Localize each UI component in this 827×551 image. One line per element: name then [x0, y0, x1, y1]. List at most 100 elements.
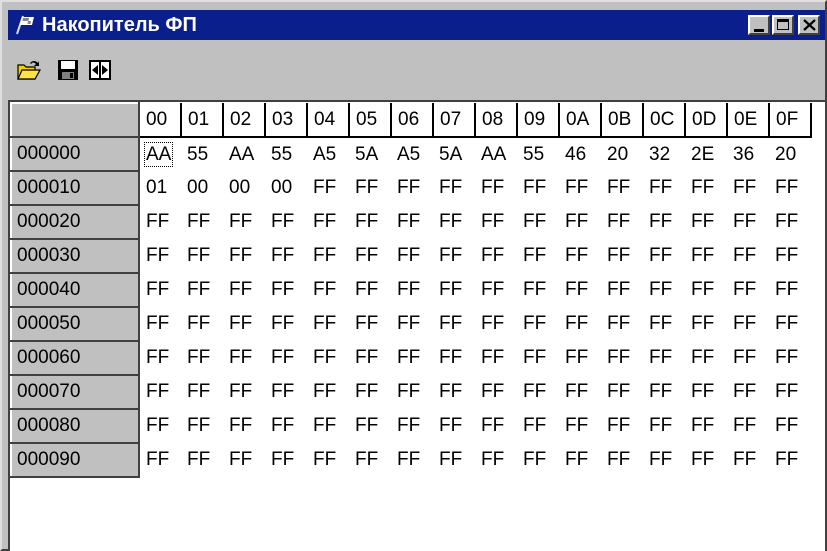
byte-cell[interactable]: FF [517, 205, 559, 239]
byte-cell[interactable]: FF [223, 341, 265, 375]
byte-cell[interactable]: FF [223, 307, 265, 341]
byte-cell[interactable]: FF [223, 375, 265, 409]
byte-cell[interactable]: 32 [643, 137, 685, 171]
byte-cell[interactable]: FF [433, 239, 475, 273]
close-button[interactable] [798, 15, 820, 35]
byte-cell[interactable]: FF [223, 443, 265, 477]
byte-cell[interactable]: FF [769, 307, 811, 341]
hex-grid[interactable]: 00 01 02 03 04 05 06 07 08 09 0A 0B 0C 0D 0E 0F 000000 AA… [8, 100, 825, 551]
byte-cell[interactable]: FF [307, 341, 349, 375]
byte-cell[interactable]: FF [349, 375, 391, 409]
byte-cell[interactable]: FF [433, 205, 475, 239]
byte-cell[interactable]: FF [433, 273, 475, 307]
byte-cell[interactable]: FF [559, 409, 601, 443]
byte-cell[interactable]: FF [475, 409, 517, 443]
byte-cell[interactable]: FF [769, 409, 811, 443]
byte-cell[interactable]: 20 [769, 137, 811, 171]
byte-cell[interactable]: FF [181, 375, 223, 409]
byte-cell[interactable]: FF [475, 239, 517, 273]
byte-cell[interactable]: FF [391, 239, 433, 273]
byte-cell[interactable]: FF [223, 273, 265, 307]
byte-cell[interactable]: FF [769, 341, 811, 375]
save-button[interactable] [56, 58, 80, 82]
byte-cell[interactable]: FF [559, 205, 601, 239]
byte-cell[interactable]: FF [349, 307, 391, 341]
byte-cell[interactable]: 5A [433, 137, 475, 171]
byte-cell[interactable]: FF [559, 273, 601, 307]
byte-cell[interactable]: FF [307, 409, 349, 443]
byte-cell[interactable]: FF [391, 375, 433, 409]
byte-cell[interactable]: FF [769, 273, 811, 307]
byte-cell[interactable]: FF [307, 307, 349, 341]
byte-cell[interactable]: FF [601, 307, 643, 341]
byte-cell[interactable]: FF [433, 341, 475, 375]
byte-cell[interactable]: FF [475, 375, 517, 409]
byte-cell[interactable]: FF [643, 375, 685, 409]
byte-cell[interactable]: FF [265, 307, 307, 341]
byte-cell[interactable]: FF [727, 409, 769, 443]
byte-cell[interactable]: 46 [559, 137, 601, 171]
byte-cell[interactable]: FF [349, 409, 391, 443]
byte-cell[interactable]: FF [559, 341, 601, 375]
byte-cell[interactable]: FF [769, 171, 811, 205]
open-button[interactable] [16, 58, 42, 82]
byte-cell[interactable]: FF [517, 443, 559, 477]
byte-cell[interactable]: FF [517, 307, 559, 341]
byte-cell[interactable]: FF [223, 239, 265, 273]
byte-cell[interactable]: FF [433, 171, 475, 205]
byte-cell[interactable]: FF [139, 273, 181, 307]
byte-cell[interactable]: 5A [349, 137, 391, 171]
byte-cell[interactable]: FF [643, 171, 685, 205]
byte-cell[interactable]: FF [727, 307, 769, 341]
byte-cell[interactable]: FF [475, 341, 517, 375]
byte-cell[interactable]: FF [559, 239, 601, 273]
byte-cell[interactable]: FF [727, 443, 769, 477]
byte-cell[interactable]: FF [349, 341, 391, 375]
byte-cell[interactable]: FF [517, 273, 559, 307]
byte-cell[interactable]: FF [475, 171, 517, 205]
byte-cell[interactable]: FF [475, 205, 517, 239]
maximize-button[interactable] [772, 15, 794, 35]
byte-cell[interactable]: FF [685, 205, 727, 239]
byte-cell[interactable]: FF [685, 307, 727, 341]
byte-cell[interactable]: FF [475, 307, 517, 341]
byte-cell[interactable]: FF [265, 205, 307, 239]
flag-icon[interactable] [14, 15, 36, 35]
byte-cell[interactable]: FF [265, 273, 307, 307]
byte-cell[interactable]: 20 [601, 137, 643, 171]
byte-cell[interactable]: FF [685, 341, 727, 375]
byte-cell[interactable]: FF [349, 239, 391, 273]
byte-cell[interactable]: 01 [139, 171, 181, 205]
byte-cell[interactable]: FF [475, 443, 517, 477]
byte-cell[interactable]: FF [307, 273, 349, 307]
byte-cell[interactable]: FF [559, 375, 601, 409]
byte-cell[interactable]: FF [181, 205, 223, 239]
byte-cell[interactable]: FF [727, 205, 769, 239]
byte-cell[interactable]: FF [601, 341, 643, 375]
byte-cell[interactable]: FF [391, 307, 433, 341]
byte-cell[interactable]: FF [559, 307, 601, 341]
byte-cell[interactable]: FF [643, 239, 685, 273]
byte-cell[interactable]: 36 [727, 137, 769, 171]
byte-cell[interactable]: 2E [685, 137, 727, 171]
byte-cell[interactable]: 55 [265, 137, 307, 171]
byte-cell[interactable]: FF [349, 273, 391, 307]
byte-cell[interactable]: FF [559, 171, 601, 205]
byte-cell[interactable]: FF [265, 239, 307, 273]
goto-button[interactable] [88, 58, 112, 82]
byte-cell[interactable]: FF [391, 273, 433, 307]
byte-cell[interactable]: FF [391, 205, 433, 239]
byte-cell[interactable]: FF [517, 341, 559, 375]
byte-cell[interactable]: FF [601, 205, 643, 239]
byte-cell[interactable]: FF [685, 239, 727, 273]
byte-cell[interactable]: FF [307, 239, 349, 273]
byte-cell[interactable]: FF [181, 273, 223, 307]
byte-cell[interactable]: FF [349, 171, 391, 205]
byte-cell[interactable]: FF [307, 171, 349, 205]
byte-cell[interactable]: FF [643, 205, 685, 239]
byte-cell[interactable]: FF [223, 205, 265, 239]
byte-cell[interactable]: FF [727, 239, 769, 273]
byte-cell[interactable]: FF [601, 409, 643, 443]
byte-cell[interactable]: FF [433, 443, 475, 477]
byte-cell[interactable]: FF [139, 409, 181, 443]
